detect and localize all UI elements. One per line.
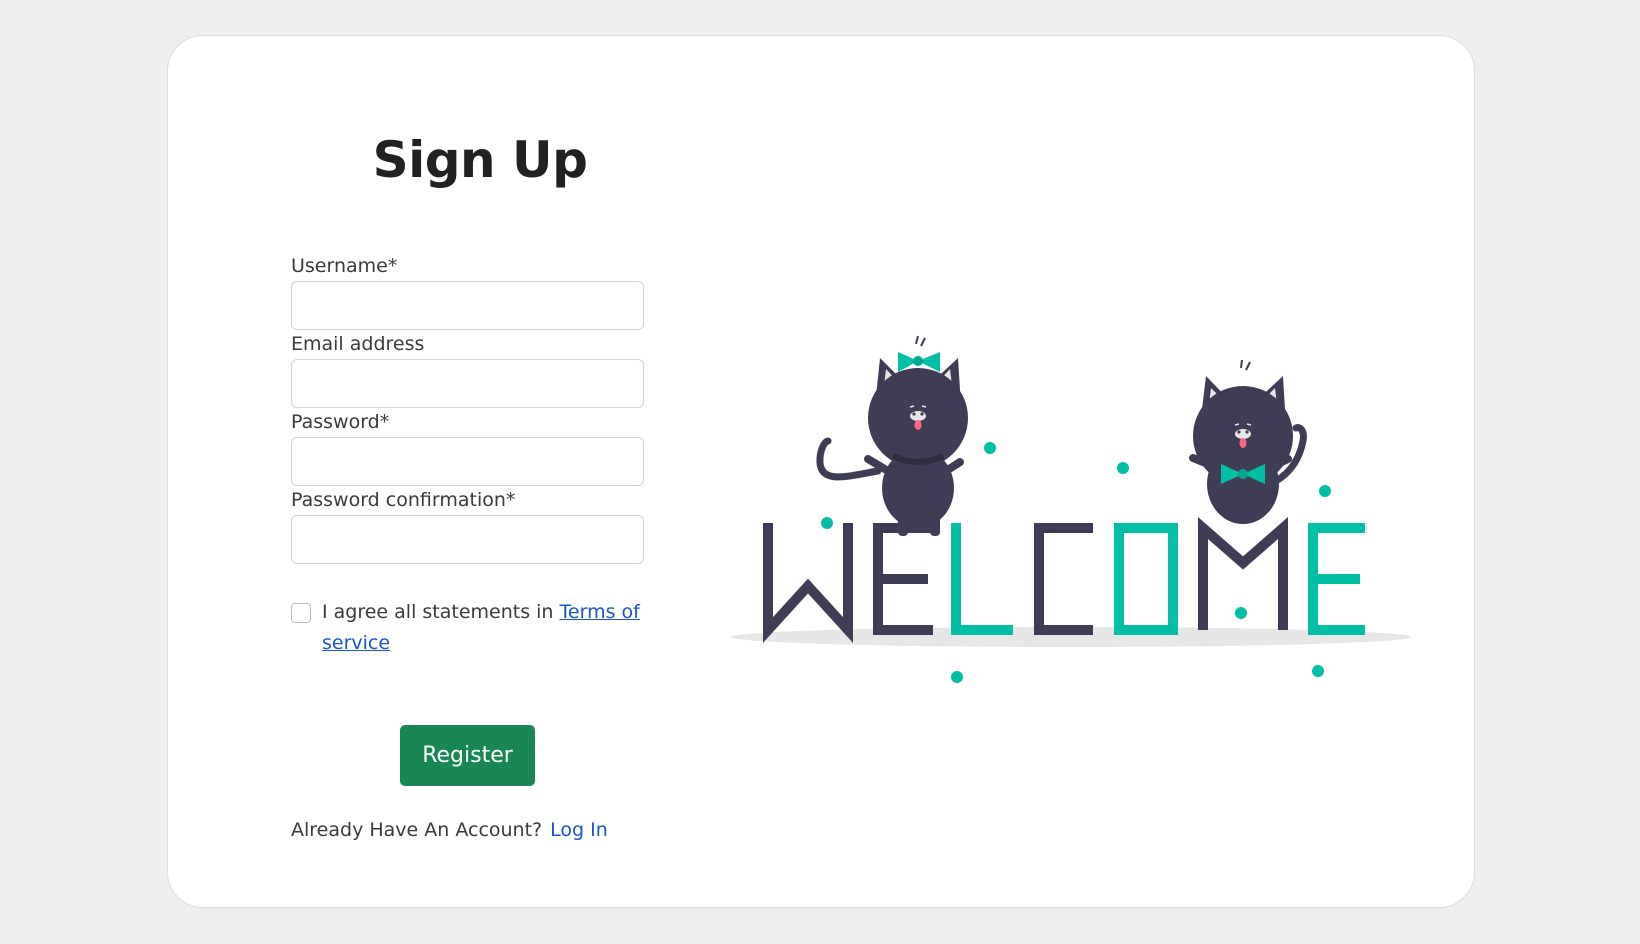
login-link[interactable]: Log In xyxy=(550,819,608,841)
letter-w xyxy=(763,523,853,643)
cat-right-icon xyxy=(1189,359,1307,524)
password-confirmation-input[interactable] xyxy=(291,515,644,564)
letter-o xyxy=(1114,523,1178,635)
password-input[interactable] xyxy=(291,437,644,486)
account-prompt-text: Already Have An Account? xyxy=(291,819,543,841)
letter-e-2 xyxy=(1308,523,1365,635)
email-input[interactable] xyxy=(291,359,644,408)
signup-card: Sign Up Username* Email address Password… xyxy=(167,35,1475,908)
username-input[interactable] xyxy=(291,281,644,330)
terms-agreement-text: I agree all statements in xyxy=(322,601,560,623)
letter-c xyxy=(1034,523,1093,635)
login-prompt: Already Have An Account? Log In xyxy=(291,819,608,841)
signup-form: Username* Email address Password* Passwo… xyxy=(291,254,644,659)
terms-checkbox[interactable] xyxy=(291,603,311,623)
password-label: Password* xyxy=(291,411,390,433)
username-label: Username* xyxy=(291,255,398,277)
password-confirmation-label: Password confirmation* xyxy=(291,489,516,511)
email-label: Email address xyxy=(291,333,425,355)
cat-left-icon xyxy=(816,335,968,536)
register-button[interactable]: Register xyxy=(400,725,535,786)
letter-e-1 xyxy=(873,523,933,635)
page-title: Sign Up xyxy=(372,131,588,189)
terms-agreement: I agree all statements in Terms of servi… xyxy=(291,597,644,659)
welcome-cats-illustration xyxy=(731,335,1411,683)
letter-l xyxy=(951,523,1013,635)
